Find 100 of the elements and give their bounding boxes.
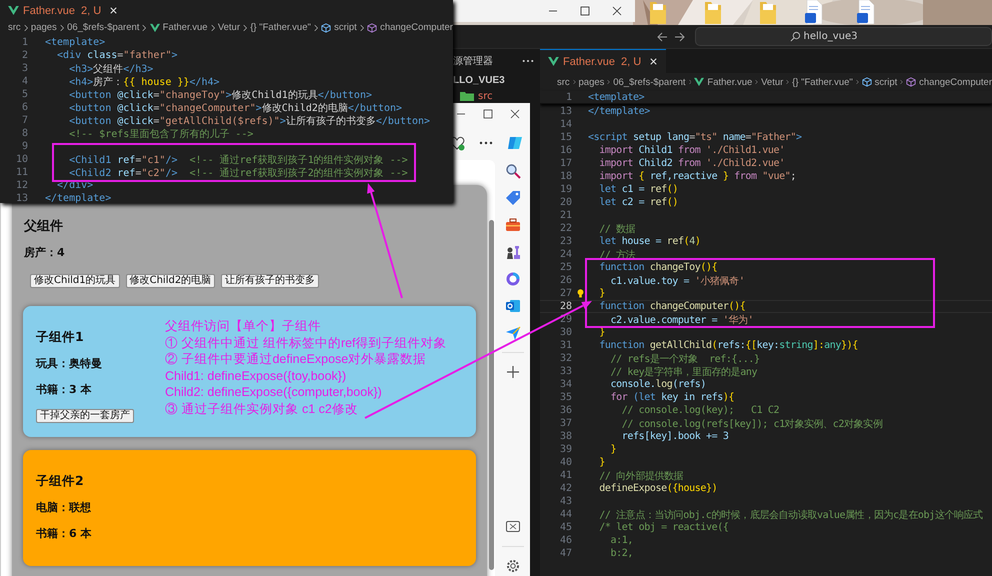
breadcrumb-item[interactable]: Father.vue xyxy=(694,76,752,88)
code-line: <button @click="changeComputer">修改Child2的电脑</button> xyxy=(68,102,402,114)
action-button[interactable]: 修改Child2的电脑 xyxy=(126,274,216,288)
line-number: 33 xyxy=(558,366,572,377)
breadcrumb-item[interactable]: 06_$refs-$parent xyxy=(67,22,140,33)
line-number: 46 xyxy=(558,535,572,546)
lightbulb-icon[interactable] xyxy=(576,289,584,298)
code-line: </template> xyxy=(45,193,112,204)
code-line: function changeToy(){ xyxy=(598,262,718,273)
maximize-icon[interactable] xyxy=(483,109,493,119)
code-line: <Child1 ref="c1"/> <!-- 通过ref获取到孩子1的组件实例对象 --> xyxy=(68,154,408,166)
panel-title: 源管理器 xyxy=(453,55,493,68)
line-number: 41 xyxy=(558,470,572,481)
code-line: // key是字符串，里面存的是any xyxy=(609,366,758,378)
mail-icon[interactable] xyxy=(504,298,520,314)
breadcrumb-item[interactable]: script xyxy=(862,76,898,88)
screenshot-icon[interactable] xyxy=(504,519,520,535)
tag-icon[interactable] xyxy=(504,190,520,206)
heading: 子组件1 xyxy=(36,329,84,345)
line-number: 5 xyxy=(20,89,28,100)
line-number: 31 xyxy=(558,340,572,351)
settings-icon[interactable] xyxy=(504,558,520,574)
close-icon[interactable] xyxy=(510,109,520,119)
breadcrumb-item[interactable]: 06_$refs-$parent xyxy=(613,76,686,88)
line-number: 40 xyxy=(558,457,572,468)
editor-tab[interactable]: Father.vue 2, U xyxy=(540,49,666,73)
code-line: } xyxy=(598,288,605,299)
breadcrumb-item[interactable]: Vetur xyxy=(218,22,240,33)
breadcrumb-item[interactable]: pages xyxy=(30,22,57,33)
breadcrumb-item[interactable]: Vetur xyxy=(761,76,784,88)
code-line: </div> xyxy=(56,180,94,191)
line-number: 14 xyxy=(558,119,572,130)
annotation-text: ① 父组件中通过 组件标签中的ref得到子组件对象 xyxy=(165,334,447,352)
chevron-icon xyxy=(314,24,318,32)
breadcrumb-item[interactable]: src xyxy=(8,22,21,33)
chevron-icon xyxy=(210,24,215,32)
code-line: a:1, xyxy=(609,535,633,546)
search-icon[interactable] xyxy=(504,163,520,179)
breadcrumb-item[interactable]: src xyxy=(557,76,570,88)
breadcrumb-item[interactable]: {} "Father.vue" xyxy=(792,76,853,88)
code-line: /* let obj = reactive({ xyxy=(598,522,729,533)
vue-icon xyxy=(150,22,160,32)
breadcrumb-item[interactable]: script xyxy=(321,22,357,33)
breadcrumb-item[interactable]: pages xyxy=(578,76,604,88)
line-number: 1 xyxy=(564,92,572,102)
annotation-text: Child1: defineExpose({toy,book}) xyxy=(165,368,348,384)
search-icon xyxy=(790,31,801,42)
forward-arrow-icon[interactable] xyxy=(674,30,686,42)
line-number: 30 xyxy=(558,327,572,338)
project-name[interactable]: LLO_VUE3 xyxy=(453,73,540,89)
code-line: // 向外部提供数据 xyxy=(598,470,684,482)
code-line: console.log(refs) xyxy=(609,379,706,390)
code-line: function getAllChild(refs:{[key:string]:any}){ xyxy=(598,340,858,351)
chevron-icon xyxy=(360,24,364,32)
house-label: 房产：4 xyxy=(24,246,66,260)
line-number: 3 xyxy=(20,63,28,74)
document-icon[interactable] xyxy=(804,0,824,24)
code-line: // 注意点：当访问obj.c的时候，底层会自动读取value属性，因为c是在obj这个响应式 xyxy=(598,508,983,522)
heading: 父组件 xyxy=(24,219,64,234)
chevron-icon xyxy=(24,24,28,32)
breadcrumb-item[interactable]: Father.vue xyxy=(150,22,208,33)
code-line: c2.value.computer = '华为' xyxy=(609,314,754,326)
field-label: 玩具：奥特曼 xyxy=(36,357,102,371)
code-line: // 数据 xyxy=(598,222,636,236)
line-number: 16 xyxy=(558,145,572,156)
plus-icon[interactable] xyxy=(504,364,520,380)
toolbox-icon[interactable] xyxy=(504,217,520,233)
maximize-icon[interactable] xyxy=(580,6,590,16)
code-line: b:2, xyxy=(609,548,633,559)
code-line: // console.log(refs[key]); c1对象实例、c2对象实例 xyxy=(620,418,882,430)
action-button[interactable]: 修改Child1的玩具 xyxy=(30,274,120,288)
more-icon[interactable] xyxy=(522,59,534,63)
code-line: <h4>房产：{{ house }}</h4> xyxy=(68,76,220,88)
code-line: // console.log(key); C1 C2 xyxy=(620,405,780,416)
breadcrumb-item[interactable]: changeComputer xyxy=(367,22,453,33)
document-icon[interactable] xyxy=(856,0,876,24)
search-bar[interactable]: hello_vue3 xyxy=(695,27,992,46)
folder-icon[interactable] xyxy=(648,0,668,24)
close-icon[interactable] xyxy=(612,6,622,16)
cube-icon xyxy=(862,77,872,87)
chevron-icon xyxy=(688,78,692,86)
folder-icon xyxy=(460,91,474,101)
folder-item[interactable]: src xyxy=(460,89,540,103)
send-icon[interactable] xyxy=(504,325,520,341)
line-number: 1 xyxy=(20,37,28,48)
action-button[interactable]: 让所有孩子的书变多 xyxy=(221,274,320,288)
line-number: 21 xyxy=(558,210,572,221)
line-number: 25 xyxy=(558,262,572,273)
action-button[interactable]: 干掉父亲的一套房产 xyxy=(36,409,134,423)
code-line: let c1 = ref() xyxy=(598,184,678,195)
scrollbar[interactable] xyxy=(489,220,494,570)
back-arrow-icon[interactable] xyxy=(656,30,668,42)
breadcrumb-item[interactable]: changeComputer xyxy=(906,76,992,88)
line-number: 7 xyxy=(20,115,28,126)
breadcrumb-item[interactable]: {} "Father.vue" xyxy=(250,22,311,33)
line-number: 19 xyxy=(558,184,572,195)
line-number: 47 xyxy=(558,548,572,559)
chess-icon[interactable] xyxy=(504,244,520,260)
chevron-icon xyxy=(856,78,859,86)
line-number: 42 xyxy=(558,483,572,494)
